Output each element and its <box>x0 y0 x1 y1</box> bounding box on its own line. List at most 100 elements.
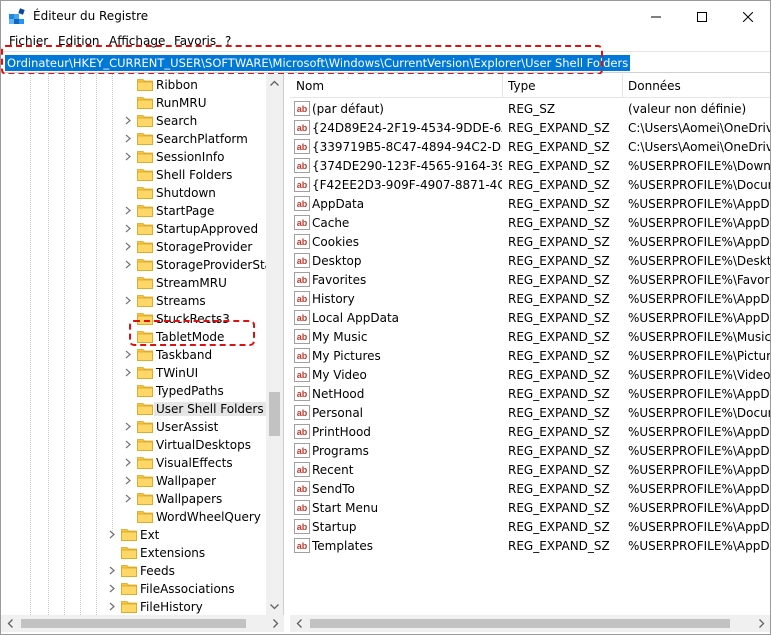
chevron-right-icon[interactable] <box>107 584 116 593</box>
tree-item[interactable]: StartPage <box>1 202 266 220</box>
column-header-type[interactable]: Type <box>508 79 536 93</box>
menu-fichier[interactable]: Fichier <box>9 34 48 48</box>
tree-item[interactable]: Wallpaper <box>1 472 266 490</box>
chevron-right-icon[interactable] <box>123 368 132 377</box>
chevron-right-icon[interactable] <box>123 152 132 161</box>
tree-item[interactable]: Shell Folders <box>1 166 266 184</box>
list-item[interactable]: ab Templates REG_EXPAND_SZ %USERPROFILE%\Ap… <box>290 536 770 555</box>
list-item[interactable]: ab (par défaut) REG_SZ (valeur non définie) <box>290 99 770 118</box>
list-hscroll-thumb[interactable] <box>310 619 730 628</box>
column-separator[interactable] <box>502 74 503 98</box>
tree-item[interactable]: Search <box>1 112 266 130</box>
list-item[interactable]: ab Programs REG_EXPAND_SZ %USERPROFILE%\App… <box>290 441 770 460</box>
tree-item[interactable]: Streams <box>1 292 266 310</box>
tree-item[interactable]: StorageProviderStatu <box>1 256 283 274</box>
tree-item[interactable]: FileHistory <box>1 598 266 615</box>
tree-item[interactable]: Taskband <box>1 346 266 364</box>
tree-item[interactable]: Ext <box>1 526 266 544</box>
tree-item[interactable]: RunMRU <box>1 94 266 112</box>
scroll-down-button[interactable] <box>266 598 283 615</box>
column-header-data[interactable]: Données <box>628 79 681 93</box>
scroll-right-button[interactable] <box>753 615 770 632</box>
menu-help[interactable]: ? <box>225 34 231 48</box>
scroll-up-button[interactable] <box>266 74 283 91</box>
list-item[interactable]: ab Startup REG_EXPAND_SZ %USERPROFILE%\AppD… <box>290 517 770 536</box>
scroll-left-button[interactable] <box>290 615 307 632</box>
chevron-right-icon[interactable] <box>123 206 132 215</box>
list-item[interactable]: ab Favorites REG_EXPAND_SZ %USERPROFILE%\Fa… <box>290 270 770 289</box>
chevron-right-icon[interactable] <box>107 602 116 611</box>
tree-item[interactable]: StartupApproved <box>1 220 266 238</box>
menu-edition[interactable]: Edition <box>58 34 100 48</box>
tree-item[interactable]: Wallpapers <box>1 490 266 508</box>
chevron-right-icon[interactable] <box>123 242 132 251</box>
list-item[interactable]: ab SendTo REG_EXPAND_SZ %USERPROFILE%\AppDa… <box>290 479 770 498</box>
list-item[interactable]: ab Recent REG_EXPAND_SZ %USERPROFILE%\AppDa… <box>290 460 770 479</box>
tree-item[interactable]: TWinUI <box>1 364 266 382</box>
list-item[interactable]: ab Desktop REG_EXPAND_SZ %USERPROFILE%\Desk… <box>290 251 770 270</box>
tree-item[interactable]: Feeds <box>1 562 266 580</box>
tree-item[interactable]: StuckRects3 <box>1 310 266 328</box>
list-item[interactable]: ab My Pictures REG_EXPAND_SZ %USERPROFILE%\… <box>290 346 770 365</box>
chevron-right-icon[interactable] <box>107 530 116 539</box>
tree-item[interactable]: Extensions <box>1 544 266 562</box>
tree-item[interactable]: SessionInfo <box>1 148 266 166</box>
list-item[interactable]: ab {374DE290-123F-4565-9164-39C49... REG_E… <box>290 156 770 175</box>
list-item[interactable]: ab Cookies REG_EXPAND_SZ %USERPROFILE%\AppD… <box>290 232 770 251</box>
minimize-button[interactable] <box>633 1 679 32</box>
tree-item[interactable]: SearchPlatform <box>1 130 266 148</box>
chevron-right-icon[interactable] <box>123 440 132 449</box>
list-item[interactable]: ab Local AppData REG_EXPAND_SZ %USERPROFILE… <box>290 308 770 327</box>
list-item[interactable]: ab {F42EE2D3-909F-4907-8871-4C22F... REG_E… <box>290 175 770 194</box>
tree-item[interactable]: StorageProvider <box>1 238 266 256</box>
list-item[interactable]: ab NetHood REG_EXPAND_SZ %USERPROFILE%\AppD… <box>290 384 770 403</box>
list-item[interactable]: ab My Music REG_EXPAND_SZ %USERPROFILE%\Mus… <box>290 327 770 346</box>
tree-item[interactable]: WordWheelQuery <box>1 508 266 526</box>
maximize-button[interactable] <box>679 1 725 32</box>
chevron-right-icon[interactable] <box>123 260 132 269</box>
column-separator[interactable] <box>622 74 623 98</box>
list-item[interactable]: ab Cache REG_EXPAND_SZ %USERPROFILE%\AppDat… <box>290 213 770 232</box>
list-item[interactable]: ab {24D89E24-2F19-4534-9DDE-6A66... REG_EX… <box>290 118 770 137</box>
list-item[interactable]: ab PrintHood REG_EXPAND_SZ %USERPROFILE%\Ap… <box>290 422 770 441</box>
tree-item[interactable]: StreamMRU <box>1 274 266 292</box>
list-item[interactable]: ab {339719B5-8C47-4894-94C2-D8F7... REG_EX… <box>290 137 770 156</box>
scroll-left-button[interactable] <box>1 615 18 632</box>
chevron-right-icon[interactable] <box>123 224 132 233</box>
list-item[interactable]: ab History REG_EXPAND_SZ %USERPROFILE%\AppD… <box>290 289 770 308</box>
tree-item[interactable]: Shutdown <box>1 184 266 202</box>
tree-item[interactable]: FileAssociations <box>1 580 266 598</box>
chevron-right-icon[interactable] <box>123 494 132 503</box>
tree-item[interactable]: TabletMode <box>1 328 266 346</box>
chevron-right-icon[interactable] <box>123 422 132 431</box>
chevron-right-icon[interactable] <box>107 566 116 575</box>
close-button[interactable] <box>725 1 771 32</box>
menu-favoris[interactable]: Favoris <box>174 34 216 48</box>
chevron-right-icon[interactable] <box>123 116 132 125</box>
tree-scroll-thumb[interactable] <box>269 392 280 436</box>
menu-affichage[interactable]: Affichage <box>109 34 165 48</box>
tree-item[interactable]: User Shell Folders <box>1 400 266 418</box>
tree-horizontal-scrollbar[interactable] <box>1 615 284 632</box>
tree-item[interactable]: TypedPaths <box>1 382 266 400</box>
list-item[interactable]: ab Personal REG_EXPAND_SZ %USERPROFILE%\Doc… <box>290 403 770 422</box>
list-horizontal-scrollbar[interactable] <box>290 615 770 632</box>
chevron-right-icon[interactable] <box>123 350 132 359</box>
address-path[interactable]: Ordinateur\HKEY_CURRENT_USER\SOFTWARE\Mi… <box>5 55 631 71</box>
chevron-right-icon[interactable] <box>123 458 132 467</box>
chevron-right-icon[interactable] <box>123 476 132 485</box>
address-bar[interactable]: Ordinateur\HKEY_CURRENT_USER\SOFTWARE\Mi… <box>1 51 770 73</box>
tree-item[interactable]: VisualEffects <box>1 454 266 472</box>
list-item[interactable]: ab My Video REG_EXPAND_SZ %USERPROFILE%\Vid… <box>290 365 770 384</box>
column-header-name[interactable]: Nom <box>296 79 324 93</box>
list-item[interactable]: ab AppData REG_EXPAND_SZ %USERPROFILE%\AppD… <box>290 194 770 213</box>
scroll-right-button[interactable] <box>267 615 284 632</box>
chevron-right-icon[interactable] <box>123 134 132 143</box>
tree-item[interactable]: Ribbon <box>1 76 266 94</box>
tree-item[interactable]: UserAssist <box>1 418 266 436</box>
tree-item[interactable]: VirtualDesktops <box>1 436 266 454</box>
chevron-right-icon[interactable] <box>123 296 132 305</box>
tree-vertical-scrollbar[interactable] <box>266 74 283 615</box>
tree-hscroll-thumb[interactable] <box>21 619 246 628</box>
list-item[interactable]: ab Start Menu REG_EXPAND_SZ %USERPROFILE%\A… <box>290 498 770 517</box>
